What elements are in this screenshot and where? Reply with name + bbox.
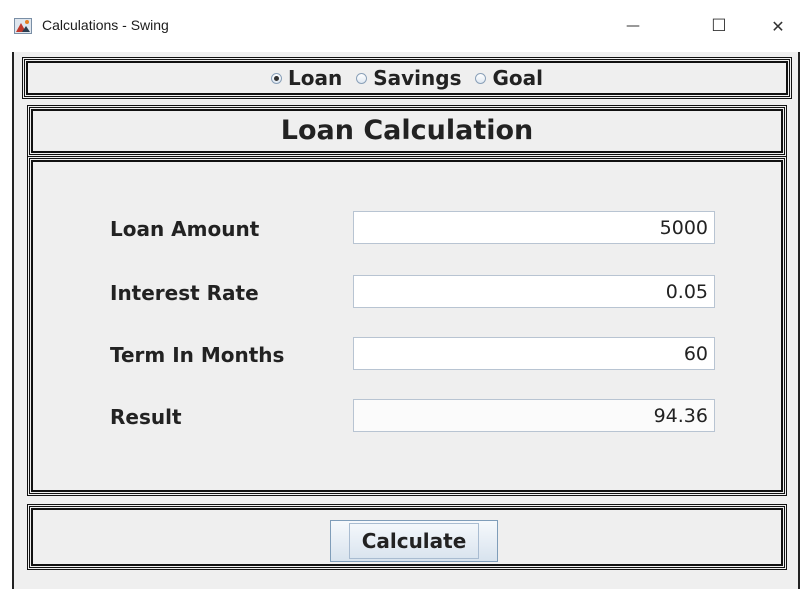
- radio-loan[interactable]: Loan: [271, 66, 342, 90]
- radio-savings[interactable]: Savings: [356, 66, 461, 90]
- section-title: Loan Calculation: [280, 115, 534, 146]
- button-panel: Calculate: [27, 504, 787, 570]
- term-months-label: Term In Months: [110, 343, 285, 367]
- maximize-icon: ☐: [711, 16, 727, 36]
- minimize-button[interactable]: —: [610, 8, 656, 44]
- radio-checked-icon[interactable]: [271, 72, 282, 84]
- minimize-icon: —: [626, 18, 640, 34]
- calculate-button[interactable]: Calculate: [330, 520, 498, 562]
- java-app-icon: [14, 18, 32, 34]
- radio-label: Savings: [373, 66, 462, 90]
- maximize-button[interactable]: ☐: [696, 8, 742, 44]
- radio-unchecked-icon[interactable]: [356, 72, 368, 84]
- close-icon: ✕: [771, 16, 785, 36]
- title-bar[interactable]: Calculations - Swing — ☐ ✕: [0, 0, 801, 52]
- result-label: Result: [110, 405, 182, 429]
- close-button[interactable]: ✕: [755, 8, 801, 44]
- section-title-panel: Loan Calculation: [27, 105, 787, 157]
- interest-rate-label: Interest Rate: [110, 281, 259, 305]
- content-pane: Loan Savings Goal Loan Calculation Loan …: [12, 52, 800, 589]
- loan-amount-label: Loan Amount: [110, 217, 260, 241]
- mode-selector-panel: Loan Savings Goal: [22, 57, 792, 99]
- form-panel: Loan Amount Interest Rate Term In Months…: [27, 156, 787, 496]
- mode-radio-group: Loan Savings Goal: [25, 66, 789, 90]
- radio-label: Goal: [492, 66, 543, 90]
- term-months-input[interactable]: [353, 337, 715, 370]
- radio-goal[interactable]: Goal: [475, 66, 543, 90]
- window-title: Calculations - Swing: [42, 17, 169, 33]
- radio-unchecked-icon[interactable]: [475, 72, 487, 84]
- radio-label: Loan: [288, 66, 343, 90]
- loan-amount-input[interactable]: [353, 211, 715, 244]
- result-field[interactable]: [353, 399, 715, 432]
- interest-rate-input[interactable]: [353, 275, 715, 308]
